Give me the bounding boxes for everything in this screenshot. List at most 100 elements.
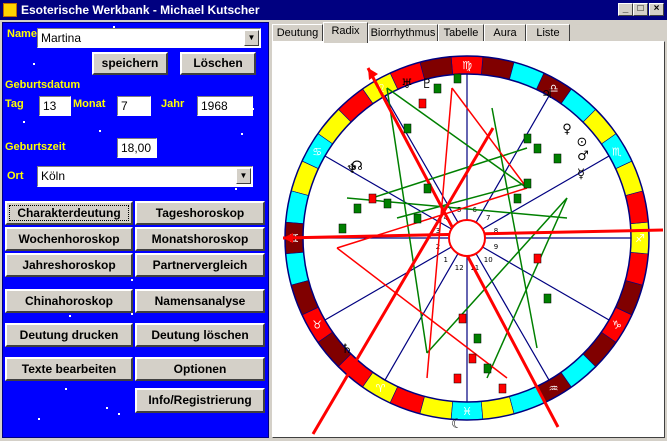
house-number: 9 bbox=[494, 243, 498, 251]
house-number: 12 bbox=[455, 264, 464, 272]
planet-marker bbox=[453, 373, 462, 384]
planet-glyph: ♇ bbox=[421, 77, 433, 92]
save-button[interactable]: speichern bbox=[92, 52, 168, 75]
tab-tabelle[interactable]: Tabelle bbox=[438, 24, 484, 42]
planet-glyph: ♅ bbox=[401, 77, 413, 92]
namensanalyse-button[interactable]: Namensanalyse bbox=[135, 289, 265, 313]
month-input[interactable]: 7 bbox=[117, 96, 151, 116]
place-combobox[interactable]: Köln ▼ bbox=[37, 166, 253, 187]
title-bar[interactable]: Esoterische Werkbank - Michael Kutscher … bbox=[0, 0, 667, 20]
planet-marker bbox=[383, 198, 392, 209]
wochenhoroskop-button[interactable]: Wochenhoroskop bbox=[5, 227, 133, 251]
star-decoration bbox=[241, 133, 243, 135]
day-input[interactable]: 13 bbox=[39, 96, 71, 116]
planet-glyph: ☊ bbox=[351, 159, 363, 174]
planet-marker bbox=[423, 183, 432, 194]
planet-marker bbox=[453, 73, 462, 84]
delete-button[interactable]: Löschen bbox=[180, 52, 256, 75]
tageshoroskop-button[interactable]: Tageshoroskop bbox=[135, 201, 265, 225]
star-decoration bbox=[106, 407, 108, 409]
planet-marker bbox=[523, 133, 532, 144]
tab-bar: Deutung Radix Biorrhythmus Tabelle Aura … bbox=[272, 22, 665, 43]
planet-marker bbox=[513, 193, 522, 204]
planet-marker bbox=[553, 153, 562, 164]
house-number: 7 bbox=[486, 214, 490, 222]
star-decoration bbox=[69, 315, 71, 317]
planet-glyph: ☾ bbox=[451, 417, 463, 432]
planet-glyph: ♀ bbox=[562, 122, 572, 137]
star-decoration bbox=[118, 413, 120, 415]
star-decoration bbox=[65, 388, 67, 390]
tab-biorrhythmus[interactable]: Biorrhythmus bbox=[368, 24, 438, 42]
planet-marker bbox=[433, 83, 442, 94]
planet-marker bbox=[533, 253, 542, 264]
birthtime-label: Geburtszeit bbox=[5, 141, 66, 153]
chevron-down-icon[interactable]: ▼ bbox=[236, 168, 251, 184]
house-number: 1 bbox=[444, 256, 448, 264]
print-interpretation-button[interactable]: Deutung drucken bbox=[5, 323, 133, 347]
zodiac-sign-glyph: ♉ bbox=[312, 319, 322, 332]
planet-marker bbox=[533, 143, 542, 154]
star-decoration bbox=[38, 418, 40, 420]
options-button[interactable]: Optionen bbox=[135, 357, 265, 381]
name-label: Name bbox=[7, 28, 37, 40]
year-input[interactable]: 1968 bbox=[197, 96, 253, 116]
planet-marker bbox=[353, 203, 362, 214]
monatshoroskop-button[interactable]: Monatshoroskop bbox=[135, 227, 265, 251]
place-label: Ort bbox=[7, 170, 24, 182]
planet-marker bbox=[473, 333, 482, 344]
jahreshoroskop-button[interactable]: Jahreshoroskop bbox=[5, 253, 133, 277]
charakterdeutung-button[interactable]: Charakterdeutung bbox=[5, 201, 133, 225]
zodiac-sign-glyph: ♍ bbox=[462, 59, 472, 72]
info-registration-button[interactable]: Info/Registrierung bbox=[135, 388, 265, 413]
name-combobox[interactable]: Martina ▼ bbox=[37, 28, 261, 48]
planet-glyph: ⊙ bbox=[577, 135, 588, 150]
planet-marker bbox=[368, 193, 377, 204]
zodiac-sign-glyph: ♋ bbox=[312, 146, 322, 159]
star-decoration bbox=[131, 279, 133, 281]
birthdate-label: Geburtsdatum bbox=[5, 79, 81, 91]
tab-radix[interactable]: Radix bbox=[323, 22, 368, 43]
app-icon bbox=[3, 3, 17, 17]
star-decoration bbox=[235, 188, 237, 190]
app-window: Esoterische Werkbank - Michael Kutscher … bbox=[0, 0, 667, 441]
birthtime-input[interactable]: 18,00 bbox=[117, 138, 157, 158]
place-value: Köln bbox=[41, 169, 66, 183]
center-circle bbox=[448, 219, 486, 257]
day-label: Tag bbox=[5, 98, 24, 110]
close-button[interactable]: × bbox=[649, 3, 664, 16]
year-label: Jahr bbox=[161, 98, 185, 110]
zodiac-sign-glyph: ♈ bbox=[376, 382, 386, 395]
star-decoration bbox=[33, 63, 35, 65]
star-decoration bbox=[131, 313, 133, 315]
planet-marker bbox=[338, 223, 347, 234]
house-number: 10 bbox=[484, 256, 493, 264]
planet-marker bbox=[543, 293, 552, 304]
maximize-button[interactable]: □ bbox=[633, 3, 648, 16]
zodiac-sign-glyph: ♏ bbox=[612, 146, 622, 159]
zodiac-sign-glyph: ♐ bbox=[635, 232, 645, 245]
tab-deutung[interactable]: Deutung bbox=[272, 24, 323, 42]
partnervergleich-button[interactable]: Partnervergleich bbox=[135, 253, 265, 277]
radix-panel: ♍♌♋♊♉♈♓♒♑♐♏♎123456789101112♀⊙♂☿♄☾♃♇♅♆☊ bbox=[272, 41, 665, 438]
planet-glyph: ♃ bbox=[541, 87, 553, 102]
delete-interpretation-button[interactable]: Deutung löschen bbox=[135, 323, 265, 347]
edit-texts-button[interactable]: Texte bearbeiten bbox=[5, 357, 133, 381]
planet-marker bbox=[403, 123, 412, 134]
zodiac-sign-glyph: ♓ bbox=[462, 405, 472, 418]
planet-marker bbox=[458, 313, 467, 324]
zodiac-sign-glyph: ♑ bbox=[612, 319, 622, 332]
tab-liste[interactable]: Liste bbox=[526, 24, 570, 42]
input-panel: Name Martina ▼ speichern Löschen Geburts… bbox=[2, 22, 269, 438]
planet-marker bbox=[483, 363, 492, 374]
star-decoration bbox=[99, 130, 101, 132]
minimize-button[interactable]: _ bbox=[618, 3, 633, 16]
tab-aura[interactable]: Aura bbox=[484, 24, 526, 42]
planet-glyph: ♂ bbox=[577, 149, 589, 164]
planet-glyph: ♄ bbox=[341, 342, 353, 357]
planet-marker bbox=[413, 213, 422, 224]
chinahoroskop-button[interactable]: Chinahoroskop bbox=[5, 289, 133, 313]
month-label: Monat bbox=[73, 98, 106, 110]
chevron-down-icon[interactable]: ▼ bbox=[244, 30, 259, 46]
zodiac-sign-glyph: ♒ bbox=[549, 382, 559, 395]
